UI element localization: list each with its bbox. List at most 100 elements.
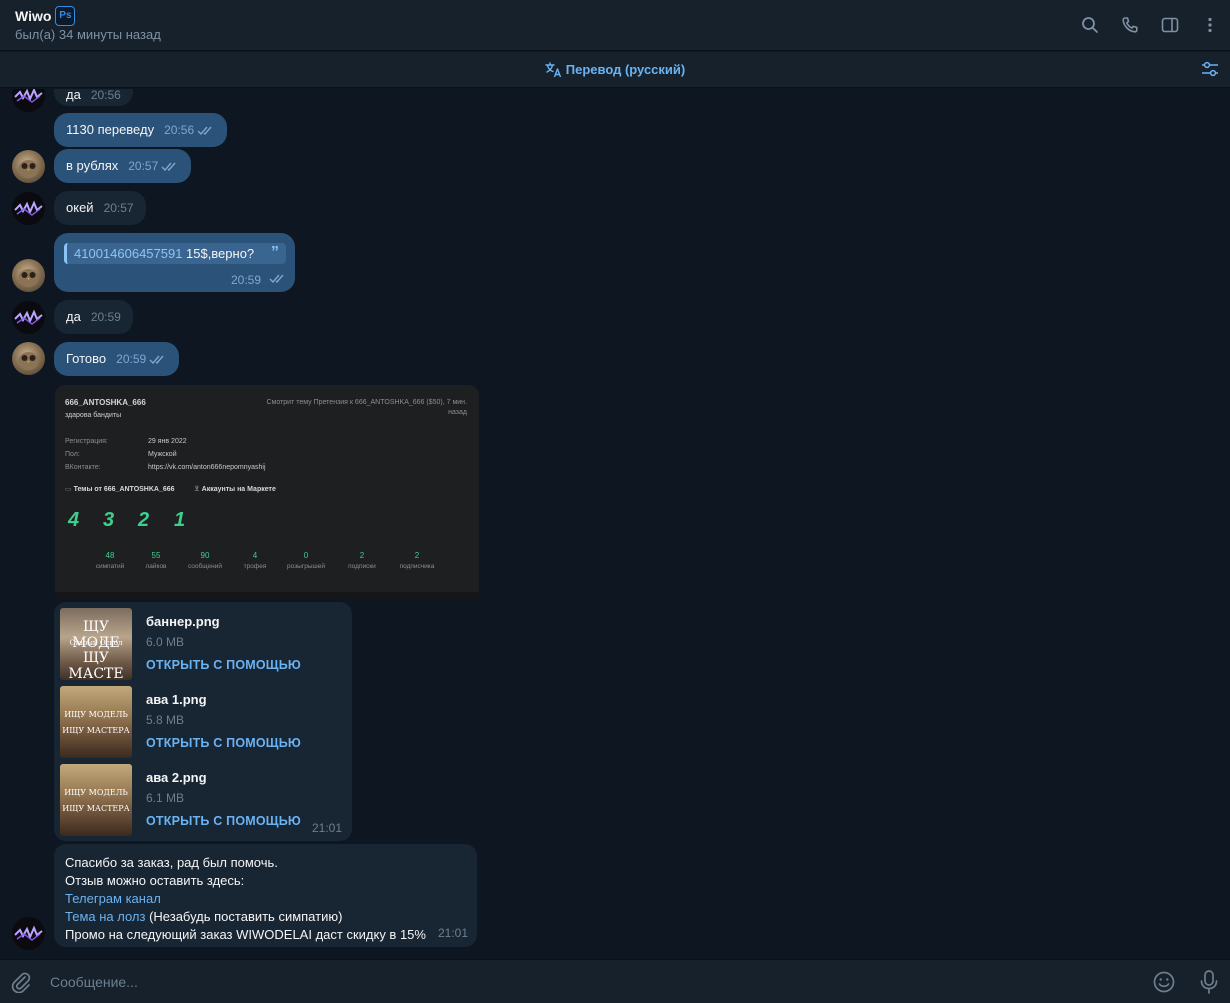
- message-time: 20:56: [164, 123, 195, 137]
- profile-tab: ⊻ Аккаунты на Маркете: [194, 485, 276, 493]
- read-ticks-icon: [197, 126, 212, 136]
- message-bubble[interactable]: Спасибо за заказ, рад был помочь. Отзыв …: [54, 844, 477, 947]
- message-line: Спасибо за заказ, рад был помочь.: [65, 855, 278, 870]
- file-size: 6.0 MB: [146, 635, 185, 649]
- file-item[interactable]: ЩУ МОДЕ Старый Оскол ЩУ МАСТЕ баннер.png…: [60, 608, 350, 680]
- message-time: 20:59: [230, 273, 261, 287]
- wiwo-logo-icon: [12, 917, 45, 950]
- sidebar-icon: [1161, 17, 1179, 33]
- open-with-button[interactable]: ОТКРЫТЬ С ПОМОЩЬЮ: [146, 736, 301, 750]
- message-bubble[interactable]: окей 20:57: [54, 191, 146, 225]
- profile-field-label: Пол:: [65, 451, 80, 458]
- avatar[interactable]: [12, 259, 45, 292]
- open-with-button[interactable]: ОТКРЫТЬ С ПОМОЩЬЮ: [146, 814, 301, 828]
- thumbnail-text: ИЩУ МАСТЕРА: [62, 804, 130, 813]
- emoji-button[interactable]: [1152, 970, 1176, 997]
- file-thumbnail[interactable]: ИЩУ МОДЕЛЬ ИЩУ МАСТЕРА: [60, 686, 132, 758]
- wiwo-logo-icon: [12, 192, 45, 225]
- toggle-sidebar-button[interactable]: [1150, 12, 1190, 38]
- message-bubble[interactable]: да 20:59: [54, 300, 133, 334]
- profile-field-label: ВКонтакте:: [65, 464, 101, 471]
- message-bubble[interactable]: в рублях 20:57: [54, 149, 192, 183]
- stat-value: 4: [252, 551, 258, 560]
- stat-value: 2: [414, 551, 420, 560]
- more-button[interactable]: [1190, 12, 1230, 38]
- profile-field-value: https://vk.com/anton666nepomnyashij: [148, 464, 266, 471]
- translation-settings-button[interactable]: [1200, 60, 1220, 81]
- call-button[interactable]: [1110, 12, 1150, 38]
- message-bubble-with-quote[interactable]: 410014606457591 15$,верно? ” 20:59: [54, 233, 295, 292]
- message-bubble[interactable]: 1130 переведу 20:56: [54, 113, 228, 147]
- profile-stat: 90 сообщений: [180, 551, 230, 570]
- thumbnail-text: ИЩУ МОДЕЛЬ: [64, 710, 128, 719]
- quote-icon: ”: [271, 244, 279, 261]
- trophy-badge: 4: [68, 509, 80, 531]
- file-thumbnail[interactable]: ЩУ МОДЕ Старый Оскол ЩУ МАСТЕ: [60, 608, 132, 680]
- file-name: ава 1.png: [146, 692, 207, 707]
- message-text: да: [66, 309, 81, 324]
- telegram-channel-link[interactable]: Телеграм канал: [65, 891, 161, 906]
- chat-title[interactable]: Wiwo Ps: [15, 6, 76, 26]
- file-item[interactable]: ИЩУ МОДЕЛЬ ИЩУ МАСТЕРА ава 1.png 5.8 MB …: [60, 686, 350, 758]
- thumbnail-text: Старый Оскол: [69, 639, 123, 647]
- stat-value: 55: [151, 551, 161, 560]
- contact-name: Wiwo: [15, 8, 52, 24]
- profile-stat: 0 розыгрышей: [281, 551, 331, 570]
- file-item[interactable]: ИЩУ МОДЕЛЬ ИЩУ МАСТЕРА ава 2.png 6.1 MB …: [60, 764, 350, 836]
- profile-stat: 2 подписчика: [392, 551, 442, 570]
- message-time: 21:01: [437, 926, 468, 940]
- attach-button[interactable]: [10, 971, 32, 996]
- message-line: Отзыв можно оставить здесь:: [65, 873, 245, 888]
- message-text: Готово: [66, 351, 107, 366]
- voice-record-button[interactable]: [1198, 969, 1220, 998]
- chat-bubble-icon: ▭: [65, 486, 74, 493]
- quote-block[interactable]: 410014606457591 15$,верно? ”: [64, 243, 286, 264]
- profile-screenshot-image[interactable]: 666_ANTOSHKA_666 здарова бандиты Смотрит…: [55, 385, 479, 599]
- lolz-topic-link[interactable]: Тема на лолз: [65, 909, 145, 924]
- owl-avatar-icon: [18, 269, 39, 287]
- stat-value: 90: [200, 551, 210, 560]
- stat-caption: трофея: [243, 563, 267, 570]
- file-name: ава 2.png: [146, 770, 207, 785]
- open-with-button[interactable]: ОТКРЫТЬ С ПОМОЩЬЮ: [146, 658, 301, 672]
- avatar[interactable]: [12, 301, 45, 334]
- message-text: окей: [66, 200, 94, 215]
- file-size: 5.8 MB: [146, 713, 185, 727]
- owl-avatar-icon: [18, 160, 39, 178]
- quote-text: 410014606457591: [74, 246, 183, 261]
- read-ticks-icon: [161, 162, 176, 172]
- read-ticks-icon: [269, 274, 284, 284]
- message-input[interactable]: [50, 970, 1130, 994]
- trophy-badge: 1: [174, 509, 186, 531]
- profile-tab-label: Аккаунты на Маркете: [201, 486, 276, 493]
- mic-icon: [1200, 970, 1218, 994]
- avatar[interactable]: [12, 192, 45, 225]
- avatar[interactable]: [12, 89, 45, 112]
- message-time: 20:57: [128, 159, 159, 173]
- avatar[interactable]: [12, 342, 45, 375]
- profile-tab: ▭ Темы от 666_ANTOSHKA_666: [65, 485, 175, 493]
- file-size: 6.1 MB: [146, 791, 185, 805]
- message-time: 20:56: [90, 89, 121, 102]
- message-list[interactable]: да 20:56 1130 переведу 20:56 в рублях 20:57…: [0, 89, 1230, 958]
- message-time: 20:59: [90, 310, 121, 324]
- avatar[interactable]: [12, 917, 45, 950]
- attach-icon: [11, 972, 31, 994]
- stat-value: 0: [303, 551, 309, 560]
- profile-bio: здарова бандиты: [65, 412, 122, 419]
- message-bubble[interactable]: Готово 20:59: [54, 342, 180, 376]
- message-bubble[interactable]: да 20:56: [54, 89, 133, 106]
- message-text: 1130 переведу: [66, 122, 155, 137]
- stat-value: 48: [105, 551, 115, 560]
- message-text: 15$,верно?: [186, 246, 255, 261]
- translation-bar: Перевод (русский): [0, 52, 1230, 88]
- search-button[interactable]: [1070, 12, 1110, 38]
- thumbnail-text: ЩУ МАСТЕ: [68, 650, 124, 680]
- profile-stat: 4 трофея: [230, 551, 280, 570]
- translate-button[interactable]: Перевод (русский): [0, 62, 1230, 78]
- file-thumbnail[interactable]: ИЩУ МОДЕЛЬ ИЩУ МАСТЕРА: [60, 764, 132, 836]
- stat-caption: подписки: [348, 563, 376, 570]
- avatar[interactable]: [12, 150, 45, 183]
- profile-stat: 48 симпатий: [85, 551, 135, 570]
- message-text: да: [66, 89, 81, 102]
